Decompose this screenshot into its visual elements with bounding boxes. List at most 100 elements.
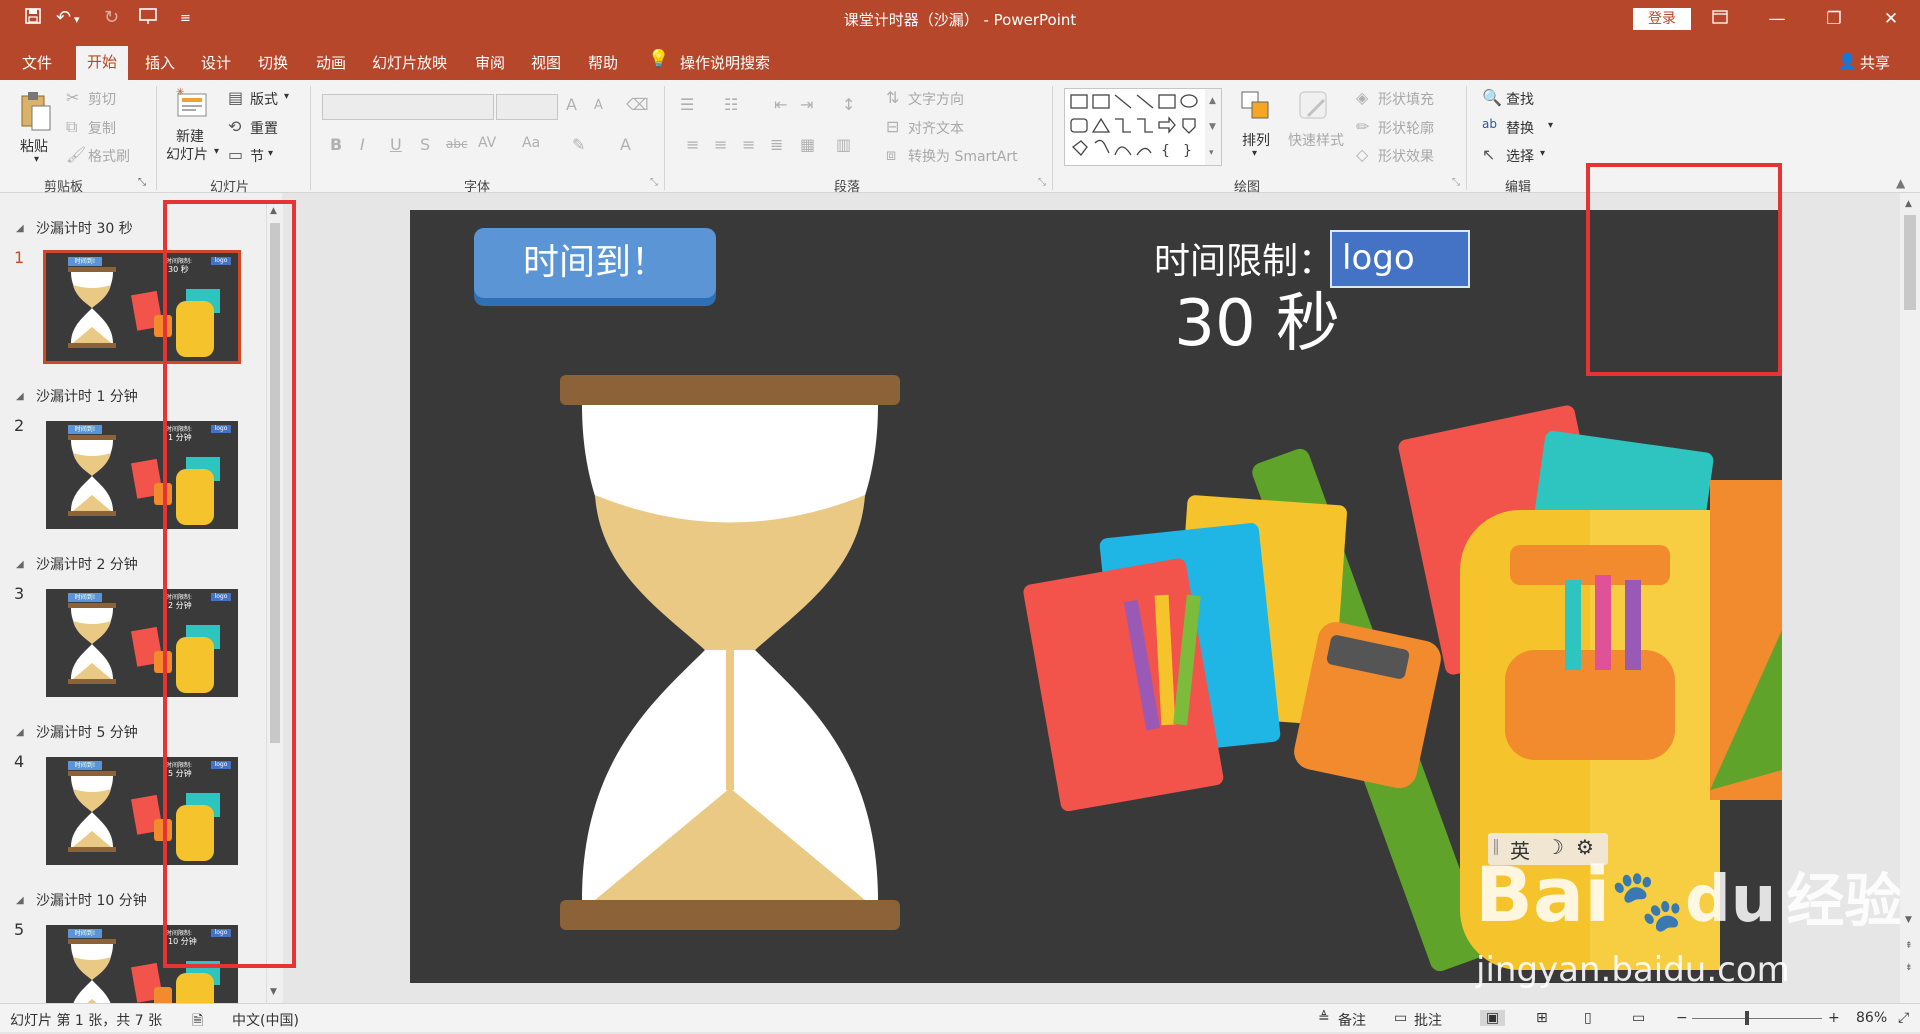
increase-indent-icon[interactable]: ⇥ xyxy=(800,95,813,114)
underline-icon[interactable]: U xyxy=(390,135,402,154)
close-icon[interactable]: ✕ xyxy=(1871,4,1911,34)
select-icon[interactable]: ↖ xyxy=(1482,145,1495,164)
shape-fill-icon[interactable]: ◈ xyxy=(1356,88,1368,107)
bold-icon[interactable]: B xyxy=(330,135,342,154)
logo-placeholder[interactable]: logo xyxy=(1330,230,1470,288)
grow-font-icon[interactable]: A xyxy=(566,95,577,114)
collapse-arrow-icon[interactable]: ◢ xyxy=(16,559,24,570)
cut-icon[interactable]: ✂ xyxy=(66,88,79,107)
char-spacing-icon[interactable]: AV xyxy=(478,135,496,151)
layout-icon[interactable]: ▤ xyxy=(228,88,243,107)
prev-slide-icon[interactable]: ⇞ xyxy=(1905,941,1913,951)
new-slide-icon[interactable]: ✳ xyxy=(174,86,210,124)
collapse-ribbon-icon[interactable]: ▲ xyxy=(1896,176,1905,190)
arrange-icon[interactable] xyxy=(1238,88,1274,128)
distributed-icon[interactable]: ▦ xyxy=(800,135,815,154)
reading-view-icon[interactable]: ▯ xyxy=(1584,1010,1592,1026)
paste-label[interactable]: 粘贴 xyxy=(20,136,48,156)
tab-view[interactable]: 视图 xyxy=(531,52,561,73)
fit-slide-icon[interactable]: ⤢ xyxy=(1898,1010,1909,1026)
shape-fill-label[interactable]: 形状填充 xyxy=(1378,89,1434,109)
collapse-arrow-icon[interactable]: ◢ xyxy=(16,895,24,906)
tab-transitions[interactable]: 切换 xyxy=(258,52,288,73)
find-icon[interactable]: 🔍 xyxy=(1482,88,1502,107)
format-painter-icon[interactable]: 🖌 xyxy=(66,145,86,164)
quick-styles-icon[interactable] xyxy=(1296,88,1332,128)
notes-icon[interactable]: ≜ xyxy=(1318,1010,1330,1026)
font-name-combo[interactable] xyxy=(322,94,494,120)
section-label[interactable]: 节 xyxy=(250,146,264,166)
shape-outline-icon[interactable]: ✏ xyxy=(1356,117,1369,136)
language-indicator[interactable]: 中文(中国) xyxy=(232,1010,299,1030)
dialog-launcher-icon[interactable]: ⤡ xyxy=(1038,177,1046,188)
section-title[interactable]: 沙漏计时 10 分钟 xyxy=(36,890,147,910)
text-direction-icon[interactable]: ⇅ xyxy=(886,88,899,107)
tell-me-search[interactable]: 操作说明搜索 xyxy=(680,52,770,73)
collapse-arrow-icon[interactable]: ◢ xyxy=(16,391,24,402)
reset-label[interactable]: 重置 xyxy=(250,118,278,138)
scrollbar-thumb[interactable] xyxy=(1904,215,1916,310)
smartart-label[interactable]: 转换为 SmartArt xyxy=(908,146,1018,166)
tab-help[interactable]: 帮助 xyxy=(588,52,618,73)
shadow-icon[interactable]: S xyxy=(420,135,430,154)
section-title[interactable]: 沙漏计时 5 分钟 xyxy=(36,722,138,742)
section-title[interactable]: 沙漏计时 2 分钟 xyxy=(36,554,138,574)
italic-icon[interactable]: I xyxy=(360,135,365,154)
line-spacing-icon[interactable]: ↕ xyxy=(842,95,855,114)
quick-styles-label[interactable]: 快速样式 xyxy=(1288,130,1344,150)
notes-button[interactable]: 备注 xyxy=(1338,1010,1366,1030)
strikethrough-icon[interactable]: abc xyxy=(446,137,468,151)
shapes-gallery[interactable]: {} ▲ ▼ ▾ xyxy=(1064,88,1222,166)
find-label[interactable]: 查找 xyxy=(1506,89,1534,109)
align-right-icon[interactable]: ≡ xyxy=(742,135,755,154)
highlight-icon[interactable]: ✎ xyxy=(572,135,585,154)
decrease-indent-icon[interactable]: ⇤ xyxy=(774,95,787,114)
change-case-icon[interactable]: Aa xyxy=(522,135,540,151)
numbering-icon[interactable]: ☷ xyxy=(724,95,738,114)
text-direction-label[interactable]: 文字方向 xyxy=(908,89,964,109)
restore-icon[interactable]: ❐ xyxy=(1814,4,1854,34)
normal-view-icon[interactable]: ▣ xyxy=(1480,1010,1506,1026)
collapse-arrow-icon[interactable]: ◢ xyxy=(16,223,24,234)
shape-effects-icon[interactable]: ◇ xyxy=(1356,145,1368,164)
font-color-icon[interactable]: A xyxy=(620,135,631,154)
arrange-label[interactable]: 排列 xyxy=(1242,130,1270,150)
zoom-slider-thumb[interactable] xyxy=(1745,1011,1749,1025)
paste-icon[interactable] xyxy=(18,90,54,138)
replace-dropdown-icon[interactable]: ▾ xyxy=(1548,120,1553,131)
font-size-combo[interactable] xyxy=(496,94,558,120)
spellcheck-icon[interactable]: 🗎 xyxy=(192,1010,203,1034)
section-dropdown-icon[interactable]: ▾ xyxy=(268,148,273,159)
tab-home[interactable]: 开始 xyxy=(76,46,128,80)
select-label[interactable]: 选择 xyxy=(1506,146,1534,166)
tab-slideshow[interactable]: 幻灯片放映 xyxy=(372,52,447,73)
replace-label[interactable]: 替换 xyxy=(1506,118,1534,138)
new-slide-label-2[interactable]: 幻灯片 xyxy=(166,144,208,164)
zoom-slider[interactable] xyxy=(1692,1018,1822,1019)
new-slide-label-1[interactable]: 新建 xyxy=(176,126,204,146)
minimize-icon[interactable]: — xyxy=(1757,4,1797,34)
bullets-icon[interactable]: ☰ xyxy=(680,95,694,114)
section-title[interactable]: 沙漏计时 1 分钟 xyxy=(36,386,138,406)
zoom-level[interactable]: 86% xyxy=(1856,1010,1887,1026)
arrange-dropdown-icon[interactable]: ▾ xyxy=(1252,148,1257,159)
align-center-icon[interactable]: ≡ xyxy=(714,135,727,154)
format-painter-label[interactable]: 格式刷 xyxy=(88,146,130,166)
next-slide-icon[interactable]: ⇟ xyxy=(1905,963,1913,973)
cut-label[interactable]: 剪切 xyxy=(88,89,116,109)
shape-effects-label[interactable]: 形状效果 xyxy=(1378,146,1434,166)
dialog-launcher-icon[interactable]: ⤡ xyxy=(650,177,658,188)
dialog-launcher-icon[interactable]: ⤡ xyxy=(138,177,146,188)
layout-label[interactable]: 版式 xyxy=(250,89,278,109)
copy-icon[interactable]: ⧉ xyxy=(66,117,77,137)
zoom-in-icon[interactable]: + xyxy=(1828,1010,1840,1026)
justify-icon[interactable]: ≣ xyxy=(770,135,783,154)
zoom-out-icon[interactable]: − xyxy=(1676,1010,1688,1026)
section-icon[interactable]: ▭ xyxy=(228,145,243,164)
align-text-label[interactable]: 对齐文本 xyxy=(908,118,964,138)
select-dropdown-icon[interactable]: ▾ xyxy=(1540,148,1545,159)
align-text-icon[interactable]: ⊟ xyxy=(886,117,899,136)
slide-scrollbar[interactable]: ▲ ▼ ⇞ ⇟ xyxy=(1900,193,1920,1003)
login-button[interactable]: 登录 xyxy=(1633,8,1691,30)
shape-outline-label[interactable]: 形状轮廓 xyxy=(1378,118,1434,138)
